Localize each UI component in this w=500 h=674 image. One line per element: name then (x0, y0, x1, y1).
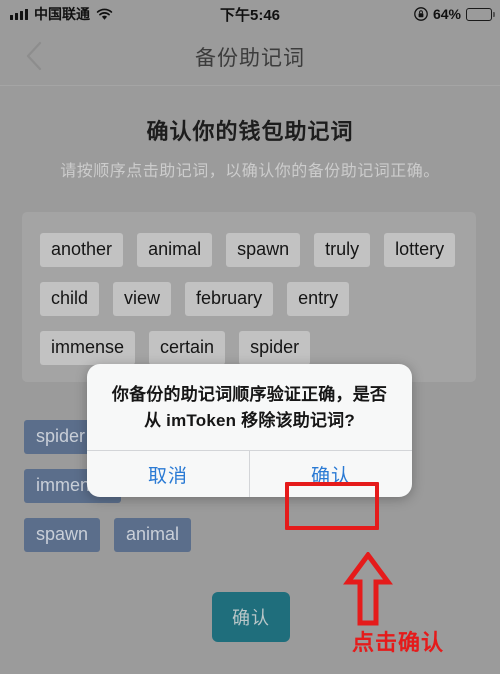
annotation-highlight-box (285, 482, 379, 530)
dialog-message: 你备份的助记词顺序验证正确，是否从 imToken 移除该助记词? (111, 385, 388, 430)
annotation-callout-text: 点击确认 (352, 630, 445, 655)
dialog-cancel-button[interactable]: 取消 (87, 451, 249, 497)
up-arrow-annotation-icon (342, 550, 394, 626)
phone-screen: 中国联通 下午5:46 64% 备份助记词 确认你的钱包助记词 请按顺序点击助记… (0, 0, 500, 674)
modal-overlay (0, 0, 500, 674)
confirmation-dialog: 你备份的助记词顺序验证正确，是否从 imToken 移除该助记词? 取消 确认 (87, 364, 412, 497)
